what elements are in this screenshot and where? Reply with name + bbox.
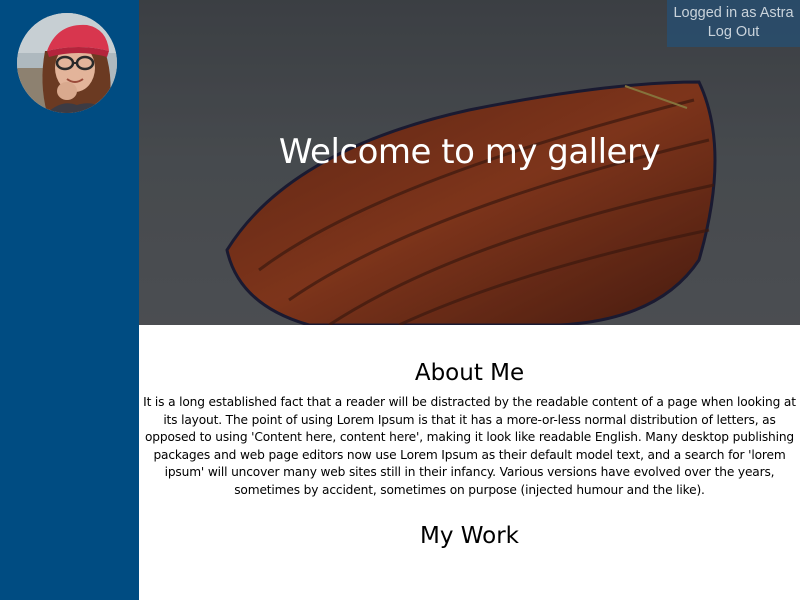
page-title: Welcome to my gallery — [278, 132, 661, 172]
avatar[interactable] — [17, 13, 117, 113]
work-heading: My Work — [419, 523, 519, 549]
logged-in-status: Logged in as Astra — [673, 5, 794, 21]
hero-banner: Welcome to my gallery — [139, 0, 800, 325]
about-text: It is a long established fact that a rea… — [143, 395, 796, 497]
login-status-box: Logged in as Astra Log Out — [667, 0, 800, 47]
about-heading: About Me — [414, 360, 525, 386]
page: Welcome to my gallery Logged in as Astra… — [0, 0, 800, 600]
logout-link[interactable]: Log Out — [667, 23, 800, 42]
main-content: About Me It is a long established fact t… — [139, 325, 800, 600]
sidebar — [0, 0, 139, 600]
profile-photo — [17, 13, 117, 113]
